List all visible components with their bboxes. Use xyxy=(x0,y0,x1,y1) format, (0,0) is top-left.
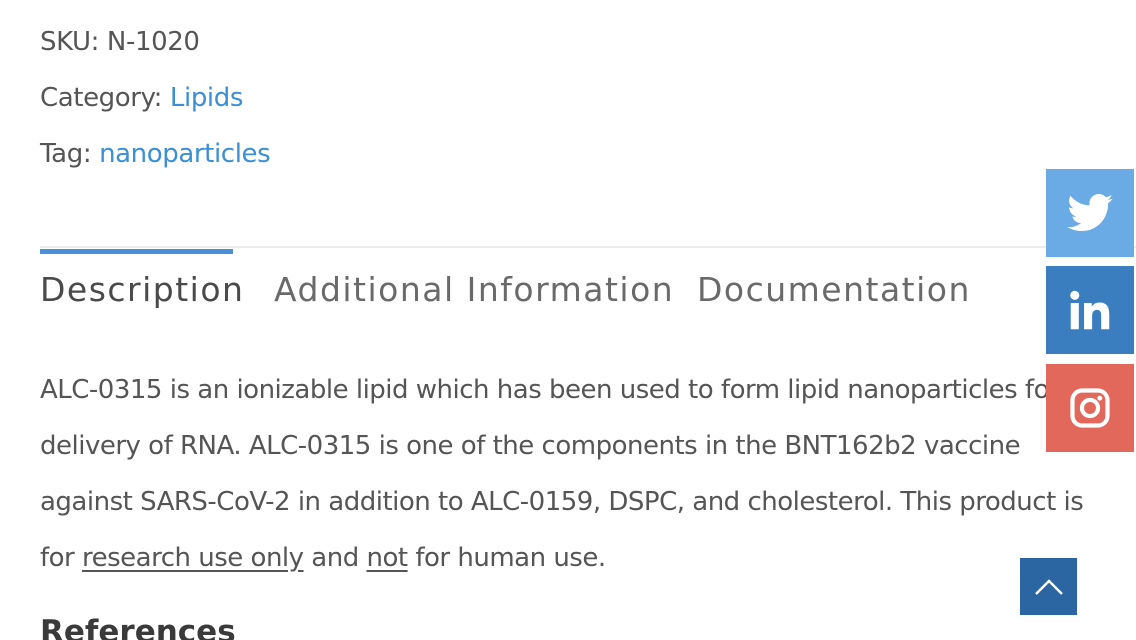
chevron-up-icon xyxy=(1034,578,1063,595)
tab-additional-information[interactable]: Additional Information xyxy=(274,268,674,312)
active-tab-indicator xyxy=(40,249,233,254)
category-label: Category: xyxy=(40,83,163,113)
description-text: and xyxy=(303,543,367,573)
description-line-4: for research use only and not for human … xyxy=(40,540,606,576)
twitter-share-button[interactable] xyxy=(1046,169,1134,257)
category-link[interactable]: Lipids xyxy=(170,83,243,113)
sku-line: SKU: N-1020 xyxy=(40,24,200,60)
description-line-2: delivery of RNA. ALC-0315 is one of the … xyxy=(40,431,1021,461)
category-line: Category: Lipids xyxy=(40,80,243,116)
tab-description[interactable]: Description xyxy=(40,268,244,312)
research-use-only-text: research use only xyxy=(82,543,304,573)
linkedin-icon xyxy=(1070,290,1110,330)
tag-label: Tag: xyxy=(40,139,92,169)
references-heading: References xyxy=(40,614,236,640)
sku-value: N-1020 xyxy=(106,27,200,57)
tag-link[interactable]: nanoparticles xyxy=(99,139,271,169)
sku-label: SKU: xyxy=(40,27,100,57)
back-to-top-button[interactable] xyxy=(1020,558,1077,615)
tab-documentation[interactable]: Documentation xyxy=(697,268,971,312)
twitter-icon xyxy=(1067,194,1113,232)
description-line-3: against SARS-CoV-2 in addition to ALC-01… xyxy=(40,487,1084,517)
tabs-divider xyxy=(40,246,1136,248)
tag-line: Tag: nanoparticles xyxy=(40,136,271,172)
instagram-share-button[interactable] xyxy=(1046,364,1134,452)
instagram-icon xyxy=(1070,388,1110,428)
not-text: not xyxy=(366,543,409,573)
linkedin-share-button[interactable] xyxy=(1046,266,1134,354)
description-text: for human use. xyxy=(407,543,606,573)
description-line-1: ALC-0315 is an ionizable lipid which has… xyxy=(40,375,1049,405)
description-text: for xyxy=(40,543,83,573)
